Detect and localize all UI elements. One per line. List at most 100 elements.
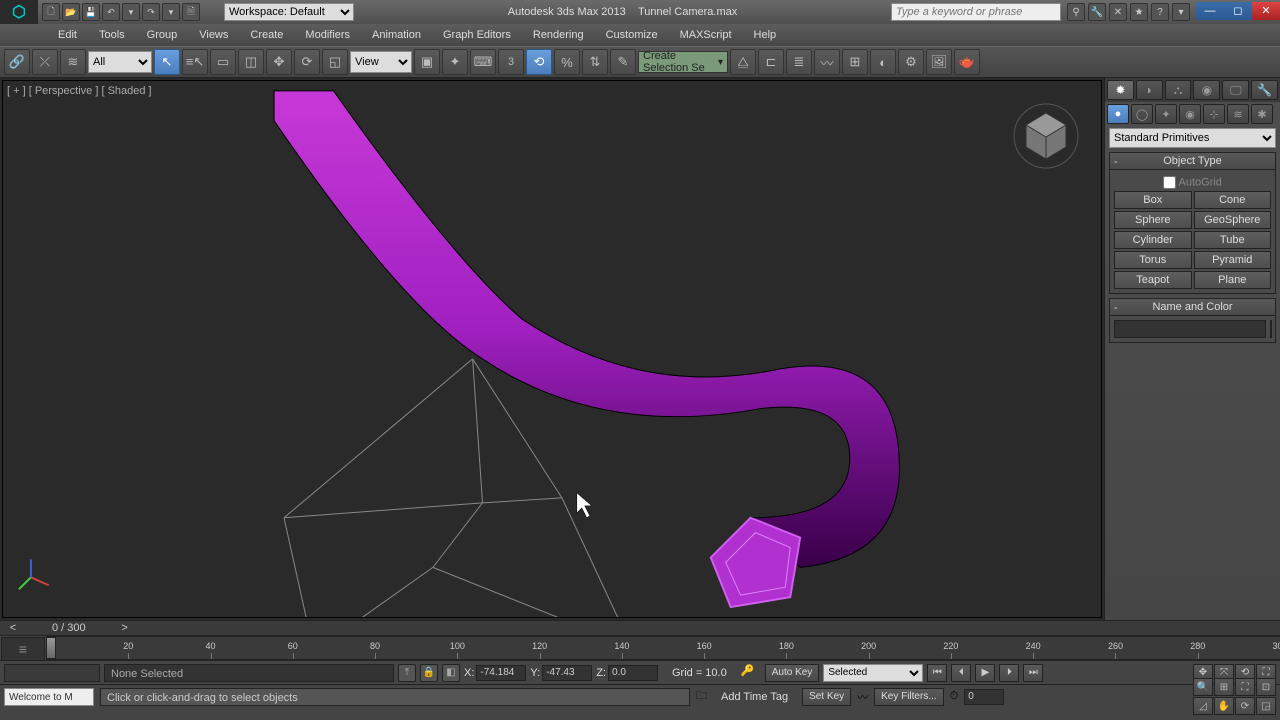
select-region-icon[interactable]: ▭ (210, 49, 236, 75)
keyboard-shortcut-icon[interactable]: ⌨ (470, 49, 496, 75)
tube-button[interactable]: Tube (1194, 231, 1272, 249)
teapot-button[interactable]: Teapot (1114, 271, 1192, 289)
edit-named-sel-icon[interactable]: ✎ (610, 49, 636, 75)
maxscript-listener[interactable]: Welcome to M (4, 688, 94, 706)
autogrid-checkbox[interactable]: AutoGrid (1114, 174, 1271, 191)
menu-edit[interactable]: Edit (48, 26, 87, 44)
object-type-header[interactable]: -Object Type (1109, 152, 1276, 170)
menu-help[interactable]: Help (744, 26, 787, 44)
cone-button[interactable]: Cone (1194, 191, 1272, 209)
modify-tab-icon[interactable]: ◗ (1136, 80, 1163, 100)
layers-icon[interactable]: ≣ (786, 49, 812, 75)
zoom-extents-icon[interactable]: ⛶ (1235, 678, 1255, 696)
goto-start-icon[interactable]: ⏮ (927, 664, 947, 682)
key-icon[interactable]: 🔑 (741, 664, 761, 682)
rotate-icon[interactable]: ⟳ (294, 49, 320, 75)
move-icon[interactable]: ✥ (266, 49, 292, 75)
schematic-view-icon[interactable]: ⊞ (842, 49, 868, 75)
viewport-canvas[interactable] (3, 81, 1101, 617)
new-icon[interactable]: 🗋 (42, 3, 60, 21)
systems-icon[interactable]: ✱ (1251, 104, 1273, 124)
key-filters-button[interactable]: Key Filters... (874, 688, 944, 706)
open-icon[interactable]: 📂 (62, 3, 80, 21)
next-frame-icon[interactable]: ⏵ (999, 664, 1019, 682)
spinner-snap-icon[interactable]: ⇅ (582, 49, 608, 75)
help-drop-icon[interactable]: ▾ (1172, 3, 1190, 21)
color-swatch[interactable] (1270, 320, 1272, 338)
menu-tools[interactable]: Tools (89, 26, 135, 44)
menu-create[interactable]: Create (240, 26, 293, 44)
selection-filter[interactable]: All (88, 51, 152, 73)
geometry-icon[interactable]: ● (1107, 104, 1129, 124)
angle-snap-icon[interactable]: ⟲ (526, 49, 552, 75)
window-crossing-icon[interactable]: ◫ (238, 49, 264, 75)
select-object-icon[interactable]: ↖ (154, 49, 180, 75)
time-tag-icon[interactable]: 🗀 (696, 687, 707, 706)
project-icon[interactable]: 🖹 (182, 3, 200, 21)
named-selection-dropdown[interactable]: Create Selection Se▾ (638, 51, 728, 73)
time-config-icon[interactable]: ⏱ (950, 690, 959, 703)
snap-toggle-icon[interactable]: 3 (498, 49, 524, 75)
motion-tab-icon[interactable]: ◉ (1193, 80, 1220, 100)
cameras-icon[interactable]: ◉ (1179, 104, 1201, 124)
minimize-button[interactable]: — (1196, 2, 1224, 20)
save-icon[interactable]: 💾 (82, 3, 100, 21)
undo-drop-icon[interactable]: ▾ (122, 3, 140, 21)
cylinder-button[interactable]: Cylinder (1114, 231, 1192, 249)
render-frame-icon[interactable]: 🖼 (926, 49, 952, 75)
hierarchy-tab-icon[interactable]: ⛬ (1165, 80, 1192, 100)
current-frame-input[interactable] (964, 689, 1004, 705)
play-icon[interactable]: ▶ (975, 664, 995, 682)
create-subcategory[interactable]: Standard Primitives (1109, 128, 1276, 148)
unlink-icon[interactable]: ⤫ (32, 49, 58, 75)
mirror-icon[interactable]: ⧋ (730, 49, 756, 75)
shapes-icon[interactable]: ◯ (1131, 104, 1153, 124)
pivot-center-icon[interactable]: ▣ (414, 49, 440, 75)
viewcube[interactable] (1011, 101, 1081, 171)
pan2-icon[interactable]: ✋ (1214, 697, 1234, 715)
material-editor-icon[interactable]: ◐ (870, 49, 896, 75)
menu-views[interactable]: Views (189, 26, 238, 44)
percent-snap-icon[interactable]: % (554, 49, 580, 75)
menu-group[interactable]: Group (137, 26, 188, 44)
sphere-button[interactable]: Sphere (1114, 211, 1192, 229)
create-tab-icon[interactable]: ✹ (1107, 80, 1134, 100)
align-icon[interactable]: ⊏ (758, 49, 784, 75)
zoom-icon[interactable]: 🔍 (1193, 678, 1213, 696)
helpers-icon[interactable]: ⊹ (1203, 104, 1225, 124)
app-logo[interactable]: ⬡ (0, 0, 38, 24)
menu-animation[interactable]: Animation (362, 26, 431, 44)
redo-drop-icon[interactable]: ▾ (162, 3, 180, 21)
plane-button[interactable]: Plane (1194, 271, 1272, 289)
time-slider-track[interactable]: < 0 / 300 > (0, 620, 1280, 636)
undo-icon[interactable]: ↶ (102, 3, 120, 21)
maximize-button[interactable]: ◻ (1224, 2, 1252, 20)
spacewarps-icon[interactable]: ≋ (1227, 104, 1249, 124)
menu-modifiers[interactable]: Modifiers (295, 26, 360, 44)
y-input[interactable] (542, 665, 592, 681)
manipulate-icon[interactable]: ✦ (442, 49, 468, 75)
goto-end-icon[interactable]: ⏭ (1023, 664, 1043, 682)
help-icon[interactable]: ? (1151, 3, 1169, 21)
infocenter-search[interactable] (891, 3, 1061, 21)
utilities-tab-icon[interactable]: 🔧 (1251, 80, 1278, 100)
search-icon[interactable]: ⚲ (1067, 3, 1085, 21)
time-slider-thumb[interactable] (46, 637, 56, 659)
trackbar-ruler[interactable]: 2040608010012014016018020022024026028030… (46, 636, 1280, 660)
close-button[interactable]: ✕ (1252, 2, 1280, 20)
add-time-tag[interactable]: Add Time Tag (713, 691, 796, 703)
prev-frame-icon[interactable]: ⏴ (951, 664, 971, 682)
key-mode-select[interactable]: Selected (823, 664, 923, 682)
zoom-all-icon[interactable]: ⊞ (1214, 678, 1234, 696)
isolate-icon[interactable]: ◧ (442, 664, 460, 682)
redo-icon[interactable]: ↷ (142, 3, 160, 21)
z-input[interactable] (608, 665, 658, 681)
ref-coord-system[interactable]: View (350, 51, 412, 73)
setkey-button[interactable]: Set Key (802, 688, 851, 706)
max-toggle-icon[interactable]: ◲ (1256, 697, 1276, 715)
bind-spacewarp-icon[interactable]: ≋ (60, 49, 86, 75)
display-tab-icon[interactable]: 🖵 (1222, 80, 1249, 100)
track-prev-icon[interactable]: < (4, 622, 22, 634)
subscription-icon[interactable]: 🔧 (1088, 3, 1106, 21)
object-name-input[interactable] (1114, 320, 1266, 338)
